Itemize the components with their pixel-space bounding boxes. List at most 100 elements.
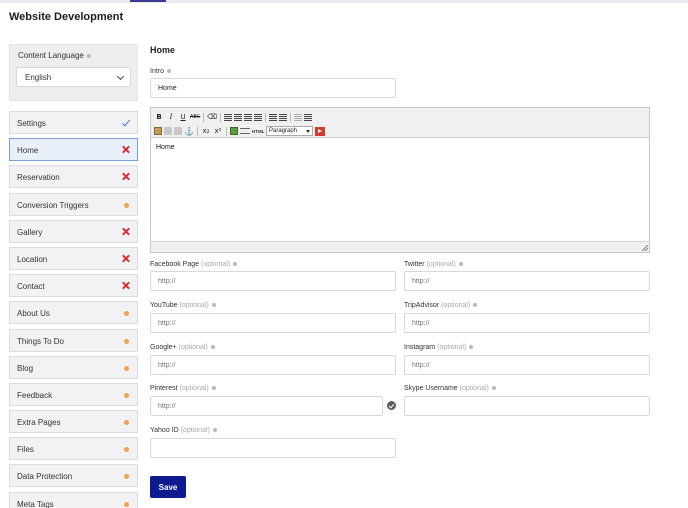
sidebar-nav: Settings Home Reservation Conversion Tri… bbox=[9, 111, 138, 508]
sidebar-item-reservation[interactable]: Reservation bbox=[9, 165, 138, 189]
rich-text-editor: B I U ABC ⌫ ⚓ x₂ x² HTML Paragraph Home bbox=[150, 107, 650, 253]
image-icon[interactable] bbox=[230, 127, 238, 135]
skype-label: Skype Username (optional) bbox=[404, 385, 496, 392]
skype-label-text: Skype Username bbox=[404, 385, 458, 392]
toolbar-separator bbox=[197, 126, 198, 136]
align-justify-icon[interactable] bbox=[254, 113, 262, 121]
align-left-icon[interactable] bbox=[224, 113, 232, 121]
googleplus-input[interactable] bbox=[150, 355, 396, 375]
sidebar-item-label: Home bbox=[17, 146, 39, 156]
section-title: Home bbox=[150, 45, 176, 55]
save-button[interactable]: Save bbox=[150, 476, 186, 498]
sidebar-item-label: Blog bbox=[17, 363, 34, 373]
video-icon[interactable] bbox=[315, 126, 325, 136]
cross-icon bbox=[122, 282, 130, 290]
info-icon bbox=[86, 53, 91, 58]
strikethrough-button[interactable]: ABC bbox=[190, 112, 200, 122]
optional-text: (optional) bbox=[179, 302, 209, 309]
youtube-input[interactable] bbox=[150, 313, 396, 333]
tripadvisor-input[interactable] bbox=[404, 313, 650, 333]
content-language-select[interactable]: English bbox=[16, 67, 131, 87]
sidebar-item-meta-tags[interactable]: Meta Tags bbox=[9, 491, 138, 508]
sidebar-item-home[interactable]: Home bbox=[9, 138, 138, 162]
outdent-icon[interactable] bbox=[294, 113, 302, 121]
info-icon bbox=[233, 262, 238, 267]
editor-toolbar-row-1: B I U ABC ⌫ bbox=[154, 111, 312, 123]
skype-input[interactable] bbox=[404, 396, 650, 416]
bullet-list-icon[interactable] bbox=[269, 113, 277, 121]
warning-dot-icon bbox=[124, 202, 129, 208]
optional-text: (optional) bbox=[179, 385, 209, 392]
numbered-list-icon[interactable] bbox=[279, 113, 287, 121]
superscript-button[interactable]: x² bbox=[213, 126, 223, 136]
link-icon[interactable] bbox=[164, 127, 172, 135]
sidebar-item-label: Data Protection bbox=[17, 472, 73, 482]
sidebar-item-extra-pages[interactable]: Extra Pages bbox=[9, 410, 138, 434]
verify-check-icon bbox=[387, 401, 396, 410]
info-icon bbox=[211, 303, 216, 308]
underline-button[interactable]: U bbox=[178, 112, 188, 122]
paste-icon[interactable] bbox=[154, 127, 162, 135]
unlink-icon[interactable] bbox=[174, 127, 182, 135]
info-icon bbox=[469, 345, 474, 350]
info-icon bbox=[167, 69, 172, 74]
sidebar-item-files[interactable]: Files bbox=[9, 437, 138, 461]
sidebar-item-label: Extra Pages bbox=[17, 418, 61, 428]
sidebar-item-blog[interactable]: Blog bbox=[9, 355, 138, 379]
cross-icon bbox=[122, 228, 130, 236]
align-center-icon[interactable] bbox=[234, 113, 242, 121]
sidebar-item-conversion-triggers[interactable]: Conversion Triggers bbox=[9, 192, 138, 216]
optional-text: (optional) bbox=[441, 302, 471, 309]
optional-text: (optional) bbox=[178, 344, 208, 351]
pinterest-input[interactable] bbox=[150, 396, 383, 416]
sidebar-item-feedback[interactable]: Feedback bbox=[9, 382, 138, 406]
top-bar-accent bbox=[130, 0, 166, 2]
facebook-label-text: Facebook Page bbox=[150, 261, 200, 268]
format-select[interactable]: Paragraph bbox=[266, 126, 313, 136]
bold-button[interactable]: B bbox=[154, 112, 164, 122]
yahoo-label: Yahoo ID (optional) bbox=[150, 427, 217, 434]
resize-handle-icon[interactable] bbox=[642, 245, 648, 251]
sidebar-item-things-to-do[interactable]: Things To Do bbox=[9, 328, 138, 352]
sidebar-item-location[interactable]: Location bbox=[9, 246, 138, 270]
info-icon bbox=[210, 345, 215, 350]
cross-icon bbox=[122, 255, 130, 263]
content-language-label: Content Language bbox=[18, 51, 91, 60]
optional-text: (optional) bbox=[180, 427, 210, 434]
toolbar-separator bbox=[220, 112, 221, 122]
sidebar-item-data-protection[interactable]: Data Protection bbox=[9, 464, 138, 488]
italic-button[interactable]: I bbox=[166, 112, 176, 122]
horizontal-rule-icon[interactable] bbox=[240, 128, 250, 134]
warning-dot-icon bbox=[124, 311, 129, 317]
sidebar-item-contact[interactable]: Contact bbox=[9, 274, 138, 298]
subscript-button[interactable]: x₂ bbox=[201, 126, 211, 136]
warning-dot-icon bbox=[124, 420, 129, 426]
sidebar-item-label: About Us bbox=[17, 309, 50, 319]
sidebar-item-about-us[interactable]: About Us bbox=[9, 301, 138, 325]
tripadvisor-label-text: TripAdvisor bbox=[404, 302, 440, 309]
instagram-input[interactable] bbox=[404, 355, 650, 375]
indent-icon[interactable] bbox=[304, 113, 312, 121]
editor-content[interactable]: Home bbox=[151, 138, 649, 241]
sidebar-item-label: Things To Do bbox=[17, 336, 64, 346]
html-source-button[interactable]: HTML bbox=[252, 129, 265, 134]
cross-icon bbox=[122, 173, 130, 181]
facebook-input[interactable] bbox=[150, 271, 396, 291]
info-icon bbox=[473, 303, 478, 308]
editor-status-bar bbox=[151, 241, 649, 252]
editor-toolbar: B I U ABC ⌫ ⚓ x₂ x² HTML Paragraph bbox=[151, 108, 649, 138]
anchor-icon[interactable]: ⚓ bbox=[184, 127, 194, 136]
sidebar-item-settings[interactable]: Settings bbox=[9, 111, 138, 134]
eraser-icon[interactable]: ⌫ bbox=[207, 112, 217, 122]
intro-input[interactable] bbox=[150, 78, 396, 98]
content-language-label-text: Content Language bbox=[18, 51, 84, 60]
toolbar-separator bbox=[226, 126, 227, 136]
yahoo-input[interactable] bbox=[150, 438, 396, 458]
toolbar-separator bbox=[290, 112, 291, 122]
editor-toolbar-row-2: ⚓ x₂ x² HTML Paragraph bbox=[154, 125, 325, 137]
twitter-input[interactable] bbox=[404, 271, 650, 291]
sidebar-item-gallery[interactable]: Gallery bbox=[9, 219, 138, 243]
twitter-label: Twitter (optional) bbox=[404, 261, 463, 268]
align-right-icon[interactable] bbox=[244, 113, 252, 121]
optional-text: (optional) bbox=[201, 261, 231, 268]
